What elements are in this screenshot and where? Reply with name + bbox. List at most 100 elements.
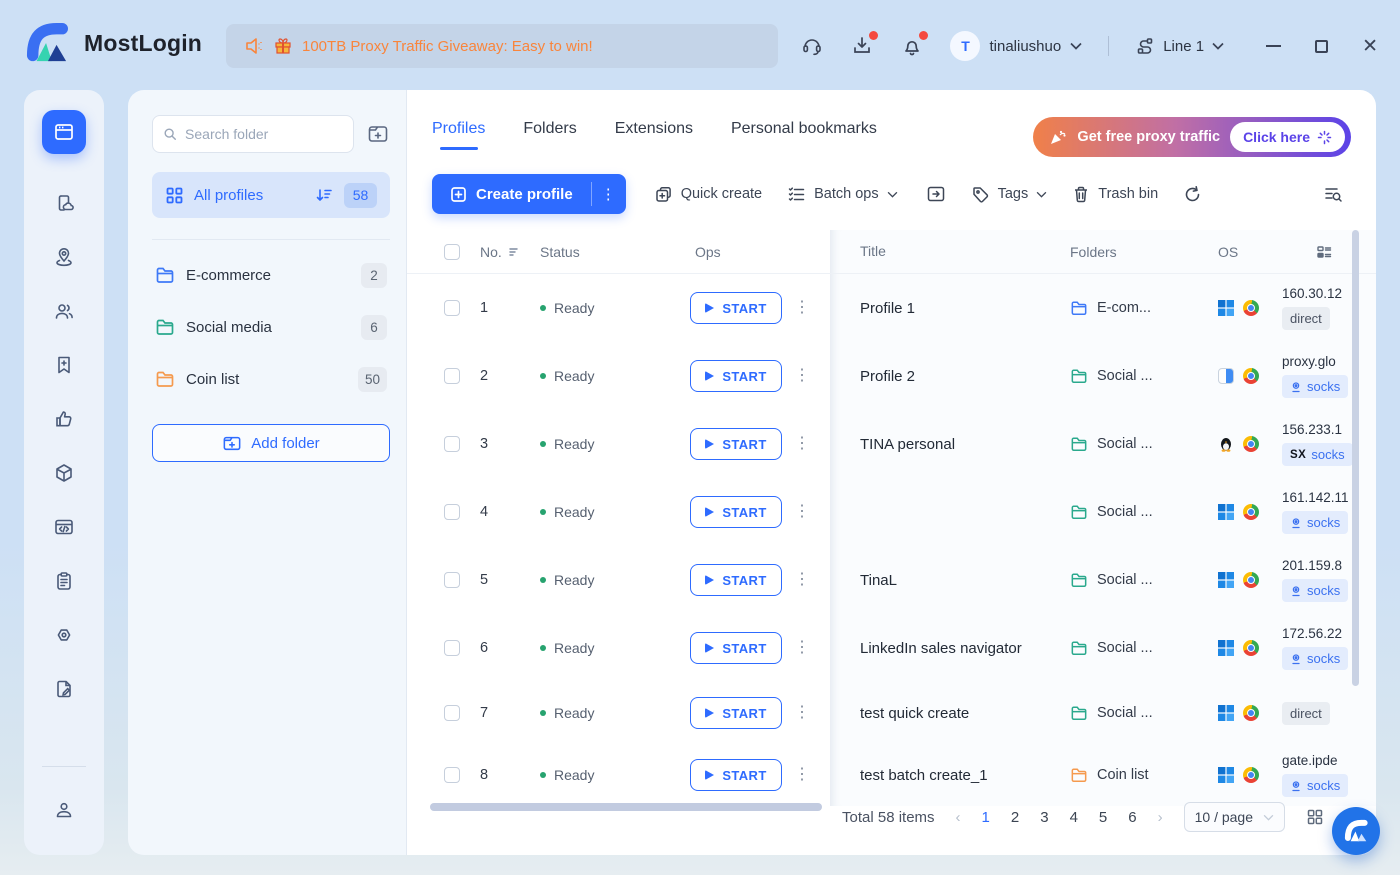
- row-checkbox[interactable]: [444, 640, 460, 656]
- next-page-icon[interactable]: ›: [1158, 809, 1163, 826]
- row-checkbox[interactable]: [444, 368, 460, 384]
- row-more-icon[interactable]: ⋮: [794, 705, 810, 721]
- page-3[interactable]: 3: [1040, 809, 1048, 826]
- sidebar-item-records[interactable]: [42, 565, 86, 597]
- row-proxy: 160.30.12 direct SX socks: [1282, 286, 1376, 330]
- row-more-icon[interactable]: ⋮: [794, 572, 810, 588]
- sidebar-item-api[interactable]: [42, 511, 86, 543]
- row-checkbox[interactable]: [444, 436, 460, 452]
- close-button[interactable]: ✕: [1362, 37, 1378, 56]
- row-checkbox[interactable]: [444, 504, 460, 520]
- row-more-icon[interactable]: ⋮: [794, 640, 810, 656]
- search-filter-icon[interactable]: [1323, 184, 1343, 204]
- row-more-icon[interactable]: ⋮: [794, 368, 810, 384]
- user-menu[interactable]: T tinaliushuo: [950, 31, 1082, 61]
- column-settings-icon[interactable]: [1316, 244, 1333, 261]
- create-profile-button[interactable]: Create profile ⋮: [432, 174, 626, 214]
- start-button[interactable]: START: [690, 697, 782, 729]
- sort-icon[interactable]: [314, 186, 334, 204]
- start-button[interactable]: START: [690, 428, 782, 460]
- select-all-checkbox[interactable]: [444, 244, 460, 260]
- row-proxy: 172.56.22 direct SX socks: [1282, 626, 1376, 670]
- proxy-socks-badge[interactable]: SX socks: [1282, 511, 1348, 534]
- vertical-scrollbar[interactable]: [1352, 230, 1359, 686]
- row-checkbox[interactable]: [444, 300, 460, 316]
- row-checkbox[interactable]: [444, 572, 460, 588]
- page-1[interactable]: 1: [982, 809, 990, 826]
- sidebar-item-apps[interactable]: [42, 457, 86, 489]
- sidebar-item-settings[interactable]: [42, 619, 86, 651]
- tab-extensions[interactable]: Extensions: [615, 120, 693, 150]
- horizontal-scrollbar[interactable]: [430, 803, 822, 811]
- row-more-icon[interactable]: ⋮: [794, 300, 810, 316]
- trash-bin-button[interactable]: Trash bin: [1072, 185, 1158, 204]
- macos-icon: [1218, 368, 1234, 384]
- start-button[interactable]: START: [690, 632, 782, 664]
- line-selector[interactable]: Line 1: [1135, 36, 1224, 56]
- prev-page-icon[interactable]: ‹: [956, 809, 961, 826]
- folder-icon: [1070, 640, 1088, 656]
- table-body: 1 Ready START ⋮ Profile 1 E-com...: [407, 274, 1376, 806]
- page-2[interactable]: 2: [1011, 809, 1019, 826]
- gift-icon: [274, 37, 292, 55]
- sort-icon[interactable]: [507, 246, 519, 258]
- proxy-socks-badge[interactable]: SX socks: [1282, 647, 1348, 670]
- page-4[interactable]: 4: [1070, 809, 1078, 826]
- new-folder-icon[interactable]: [366, 122, 390, 146]
- sidebar-item-account[interactable]: [42, 794, 86, 826]
- move-to-folder-icon[interactable]: [926, 184, 946, 204]
- page-5[interactable]: 5: [1099, 809, 1107, 826]
- proxy-socks-badge[interactable]: SX socks: [1282, 443, 1353, 466]
- proxy-socks-badge[interactable]: SX socks: [1282, 375, 1348, 398]
- row-checkbox[interactable]: [444, 767, 460, 783]
- tab-folders[interactable]: Folders: [523, 120, 576, 150]
- start-button[interactable]: START: [690, 292, 782, 324]
- batch-ops-button[interactable]: Batch ops: [787, 185, 898, 204]
- row-checkbox[interactable]: [444, 705, 460, 721]
- row-more-icon[interactable]: ⋮: [794, 767, 810, 783]
- start-button[interactable]: START: [690, 360, 782, 392]
- sidebar-item-recommend[interactable]: [42, 403, 86, 435]
- proxy-socks-badge[interactable]: SX socks: [1282, 774, 1348, 797]
- page-6[interactable]: 6: [1128, 809, 1136, 826]
- support-chat-button[interactable]: [1332, 807, 1380, 855]
- folder-icon: [155, 318, 175, 336]
- add-folder-button[interactable]: Add folder: [152, 424, 390, 462]
- announcement-banner[interactable]: 100TB Proxy Traffic Giveaway: Easy to wi…: [226, 24, 778, 68]
- tab-profiles[interactable]: Profiles: [432, 120, 485, 150]
- create-profile-more-icon[interactable]: ⋮: [592, 185, 626, 203]
- tags-button[interactable]: Tags: [971, 185, 1048, 204]
- notifications-bell-icon[interactable]: [900, 34, 924, 58]
- page-size-select[interactable]: 10 / page: [1184, 802, 1285, 832]
- minimize-button[interactable]: [1266, 45, 1281, 47]
- maximize-button[interactable]: [1315, 40, 1328, 53]
- folder-item-ecommerce[interactable]: E-commerce 2: [152, 258, 390, 292]
- start-button[interactable]: START: [690, 564, 782, 596]
- card-view-icon[interactable]: [1306, 808, 1324, 826]
- avatar: T: [950, 31, 980, 61]
- quick-create-button[interactable]: Quick create: [654, 185, 762, 204]
- tab-personal-bookmarks[interactable]: Personal bookmarks: [731, 120, 877, 150]
- sidebar-item-profiles[interactable]: [42, 110, 86, 154]
- promo-click-here-button[interactable]: Click here: [1230, 122, 1345, 152]
- start-button[interactable]: START: [690, 496, 782, 528]
- sidebar-item-proxy-location[interactable]: [42, 241, 86, 273]
- folder-search[interactable]: [152, 115, 354, 153]
- sidebar-item-phone-cloud[interactable]: [42, 187, 86, 219]
- folder-search-input[interactable]: [185, 126, 343, 142]
- support-headset-icon[interactable]: [800, 34, 824, 58]
- plus-square-icon: [450, 186, 467, 203]
- promo-banner[interactable]: Get free proxy traffic Click here: [1033, 117, 1351, 157]
- sidebar-item-team[interactable]: [42, 295, 86, 327]
- sidebar-item-bookmarks[interactable]: [42, 349, 86, 381]
- download-icon[interactable]: [850, 34, 874, 58]
- start-button[interactable]: START: [690, 759, 782, 791]
- sidebar-item-drafts[interactable]: [42, 673, 86, 705]
- sidebar-item-all-profiles[interactable]: All profiles 58: [152, 172, 390, 218]
- proxy-socks-badge[interactable]: SX socks: [1282, 579, 1348, 602]
- row-more-icon[interactable]: ⋮: [794, 436, 810, 452]
- refresh-icon[interactable]: [1183, 185, 1202, 204]
- folder-item-coin-list[interactable]: Coin list 50: [152, 362, 390, 396]
- folder-item-social-media[interactable]: Social media 6: [152, 310, 390, 344]
- row-more-icon[interactable]: ⋮: [794, 504, 810, 520]
